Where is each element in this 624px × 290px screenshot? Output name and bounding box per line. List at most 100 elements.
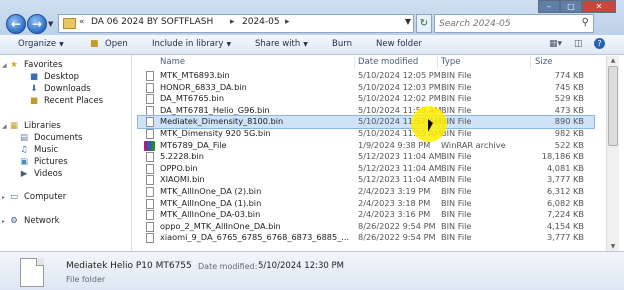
expand-arrow-icon[interactable]: ◢ <box>2 62 7 69</box>
column-header-size[interactable]: Size <box>535 57 552 67</box>
file-name: 5.2228.bin <box>160 151 204 162</box>
file-name: HONOR_6833_DA.bin <box>160 81 247 92</box>
file-row[interactable]: MTK_AllInOne_DA-03.bin 2/4/2023 3:16 PM BI… <box>138 209 594 221</box>
file-size: 3,777 KB <box>546 232 584 243</box>
new-folder-button[interactable]: New folder <box>376 39 422 49</box>
window-controls: – □ ✕ <box>538 0 616 13</box>
breadcrumb-chevron-icon[interactable]: ▸ <box>285 17 290 27</box>
file-icon <box>146 175 154 186</box>
file-type: BIN File <box>441 232 472 243</box>
column-header-type[interactable]: Type <box>441 57 461 67</box>
maximize-button[interactable]: □ <box>560 0 582 13</box>
file-thumbnail-icon <box>20 258 44 287</box>
open-icon: ■ <box>90 39 99 49</box>
file-row[interactable]: HONOR_6833_DA.bin 5/10/2024 12:03 PM BIN F… <box>138 82 594 94</box>
file-date: 2/4/2023 3:19 PM <box>358 186 431 196</box>
address-bar[interactable]: « DA 06 2024 BY SOFTFLASH ▸ 2024-05 ▸ ▼ <box>58 14 414 33</box>
breadcrumb-overflow-icon[interactable]: « <box>79 17 85 27</box>
forward-button[interactable]: → <box>27 14 47 34</box>
file-icon <box>146 152 154 163</box>
scrollbar-thumb[interactable] <box>608 66 618 146</box>
column-header-date[interactable]: Date modified <box>358 57 418 67</box>
scroll-up-arrow-icon[interactable]: ▲ <box>607 56 619 65</box>
column-divider[interactable] <box>530 56 531 69</box>
file-name: MT6789_DA_File <box>160 139 227 150</box>
sidebar-item-pictures[interactable]: ▣ Pictures <box>18 157 68 167</box>
breadcrumb-chevron-icon[interactable]: ▸ <box>230 17 235 27</box>
back-button[interactable]: ← <box>6 14 26 34</box>
search-box[interactable]: ⚲ <box>434 14 594 33</box>
refresh-button[interactable]: ↻ <box>416 14 432 33</box>
sidebar-item-label: Downloads <box>44 84 91 94</box>
file-row[interactable]: 5.2228.bin 5/12/2023 11:04 AM BIN File 18,1… <box>138 151 594 163</box>
file-row[interactable]: XIAOMI.bin 5/12/2023 11:04 AM BIN File 3,77… <box>138 174 594 186</box>
breadcrumb-item[interactable]: DA 06 2024 BY SOFTFLASH <box>91 17 213 27</box>
sidebar-item-music[interactable]: ♫ Music <box>18 145 58 155</box>
file-row[interactable]: DA_MT6781_Helio_G96.bin 5/10/2024 11:59 A… <box>138 105 594 117</box>
sidebar-item-desktop[interactable]: ■ Desktop <box>28 72 79 82</box>
file-row[interactable]: Mediatek_Dimensity_8100.bin 5/10/2024 11:… <box>137 115 595 129</box>
winrar-archive-icon <box>144 140 155 151</box>
command-bar: Organize ▼ ■ Open Include in library ▼ Sha… <box>0 35 624 55</box>
close-button[interactable]: ✕ <box>582 0 616 13</box>
file-row[interactable]: MTK_MT6893.bin 5/10/2024 12:05 PM BIN File… <box>138 70 594 82</box>
scroll-down-arrow-icon[interactable]: ▼ <box>607 242 619 251</box>
file-row[interactable]: MT6789_DA_File 1/9/2024 9:38 PM WinRAR arc… <box>138 140 594 152</box>
sidebar-item-label: Network <box>24 216 60 226</box>
file-icon <box>146 105 154 116</box>
network-icon: ⚙ <box>10 216 18 226</box>
sidebar-item-label: Documents <box>34 133 83 143</box>
file-row[interactable]: oppo_2_MTK_AllInOne_DA.bin 8/26/2022 9:54… <box>138 221 594 233</box>
open-button[interactable]: Open <box>105 39 128 49</box>
sidebar-item-label: Desktop <box>44 72 80 82</box>
recent-pages-dropdown-icon[interactable]: ▼ <box>48 20 56 28</box>
search-input[interactable] <box>439 17 569 30</box>
column-header-name[interactable]: Name <box>160 57 185 67</box>
expand-arrow-icon[interactable]: ◢ <box>2 123 7 130</box>
file-row[interactable]: MTK_AllInOne_DA (1).bin 2/4/2023 3:18 PM B… <box>138 198 594 210</box>
file-row[interactable]: MTK_Dimensity 920 5G.bin 5/10/2024 11:55 … <box>138 128 594 140</box>
view-options-icon[interactable]: ▦▾ <box>549 39 562 49</box>
minimize-button[interactable]: – <box>538 0 560 13</box>
favorites-header[interactable]: ★ Favorites <box>8 60 62 70</box>
file-icon <box>146 210 154 221</box>
preview-pane-icon[interactable]: ◫ <box>574 39 583 49</box>
libraries-label: Libraries <box>24 121 61 131</box>
file-size: 982 KB <box>554 128 584 138</box>
share-with-button[interactable]: Share with ▼ <box>255 39 308 49</box>
file-size: 4,154 KB <box>546 220 584 231</box>
sidebar-item-network[interactable]: ⚙ Network <box>8 216 60 226</box>
column-divider[interactable] <box>354 56 355 69</box>
expand-arrow-icon[interactable]: ▸ <box>2 218 5 225</box>
organize-button[interactable]: Organize ▼ <box>18 39 64 49</box>
file-row[interactable]: xiaomi_9_DA_6765_6785_6768_6873_6885_...… <box>138 232 594 244</box>
file-name: DA_MT6765.bin <box>160 93 225 104</box>
sidebar-item-downloads[interactable]: ⬇ Downloads <box>28 84 91 94</box>
column-divider[interactable] <box>437 56 438 69</box>
libraries-header[interactable]: ▦ Libraries <box>8 121 61 131</box>
sidebar-item-computer[interactable]: ▭ Computer <box>8 192 66 202</box>
file-row[interactable]: DA_MT6765.bin 5/10/2024 12:02 PM BIN File 5… <box>138 93 594 105</box>
file-row[interactable]: OPPO.bin 5/12/2023 11:04 AM BIN File 4,081 … <box>138 163 594 175</box>
search-icon: ⚲ <box>581 17 589 28</box>
favorites-label: Favorites <box>24 60 63 70</box>
sidebar-item-recent-places[interactable]: ■ Recent Places <box>28 96 103 106</box>
file-name: MTK_AllInOne_DA (2).bin <box>160 186 262 196</box>
file-row[interactable]: MTK_AllInOne_DA (2).bin 2/4/2023 3:19 PM B… <box>138 186 594 198</box>
file-type: BIN File <box>441 186 472 196</box>
include-in-library-button[interactable]: Include in library ▼ <box>152 39 231 49</box>
burn-button[interactable]: Burn <box>332 39 352 49</box>
expand-arrow-icon[interactable]: ▸ <box>2 194 5 201</box>
vertical-scrollbar[interactable]: ▲ ▼ <box>606 56 619 251</box>
sidebar-item-videos[interactable]: ▶ Videos <box>18 169 63 179</box>
file-type: BIN File <box>441 70 472 80</box>
sidebar-item-documents[interactable]: ▤ Documents <box>18 133 82 143</box>
file-date: 5/12/2023 11:04 AM <box>358 151 442 162</box>
breadcrumb-item[interactable]: 2024-05 <box>242 17 280 27</box>
file-size: 774 KB <box>554 70 584 80</box>
file-type: BIN File <box>441 81 472 92</box>
file-size: 7,224 KB <box>546 209 584 220</box>
include-label: Include in library <box>152 39 224 49</box>
help-icon[interactable]: ? <box>594 38 605 49</box>
address-dropdown-icon[interactable]: ▼ <box>405 17 411 26</box>
